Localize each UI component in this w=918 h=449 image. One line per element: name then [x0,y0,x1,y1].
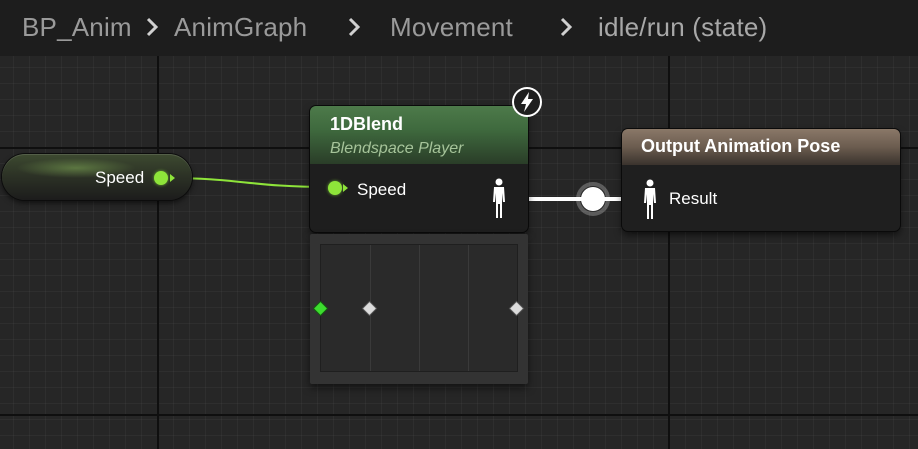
pin-arrow-icon [343,184,348,192]
output-node-header: Output Animation Pose [622,129,900,165]
speed-variable-node[interactable]: Speed [2,154,192,200]
result-input-label: Result [669,189,718,208]
blendspace-node-subtitle: Blendspace Player [330,140,464,157]
pin-arrow-icon [170,174,175,182]
speed-float-wire [167,177,331,188]
blendspace-preview-graph [320,244,518,372]
pose-wire-knot [581,187,605,211]
speed-output-pin[interactable] [154,171,168,185]
lightning-icon [512,87,542,117]
blendspace-node-title: 1DBlend [330,114,404,134]
pose-figure-icon[interactable] [641,179,659,226]
speed-variable-label: Speed [95,168,145,187]
preview-grid-line [419,245,420,371]
preview-grid-line [468,245,469,371]
pose-figure-icon[interactable] [490,178,508,225]
output-animation-pose-node[interactable]: Output Animation Pose Result [622,129,900,231]
output-node-title: Output Animation Pose [641,136,841,156]
speed-input-label: Speed [357,180,407,199]
blendspace-node-header: 1DBlend Blendspace Player [310,106,528,164]
blendspace-player-node[interactable]: 1DBlend Blendspace Player Speed [310,106,528,232]
blendspace-preview [310,234,528,384]
speed-input-pin[interactable] [328,181,342,195]
